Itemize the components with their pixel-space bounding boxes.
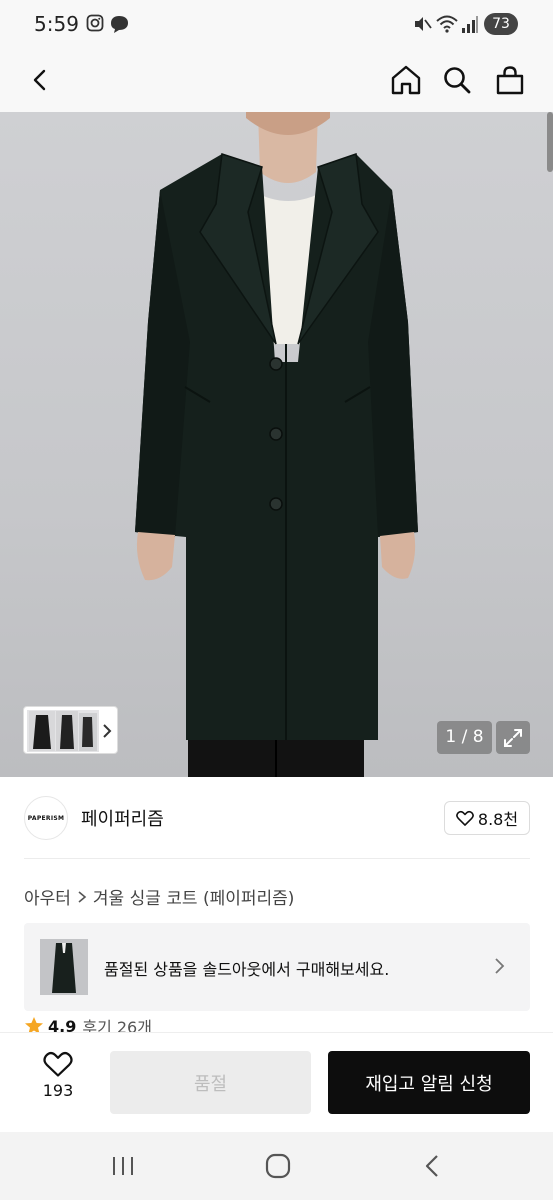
product-image[interactable]	[0, 112, 553, 777]
divider	[24, 858, 530, 859]
signal-icon	[461, 14, 479, 38]
expand-icon	[504, 728, 522, 747]
product-title: 겨울 싱글 코트 (페이퍼리즘)	[92, 889, 295, 909]
back-button[interactable]	[18, 58, 62, 102]
scrollbar[interactable]	[547, 112, 553, 172]
chevron-right-icon	[103, 724, 112, 738]
brand-like-button[interactable]: 8.8천	[444, 801, 530, 835]
banner-text: 품절된 상품을 솔드아웃에서 구매해보세요.	[104, 960, 390, 979]
status-bar: 5:59 73	[0, 0, 553, 48]
banner-product-thumbnail	[40, 939, 88, 995]
thumbnail-previews	[27, 710, 112, 752]
brand-logo[interactable]: PAPERISM	[24, 796, 68, 840]
chevron-right-icon	[78, 890, 87, 903]
image-thumbnail-strip[interactable]	[23, 706, 118, 754]
wishlist-count: 193	[42, 1081, 74, 1100]
system-back-button[interactable]	[412, 1150, 452, 1182]
expand-image-button[interactable]	[496, 721, 530, 754]
search-button[interactable]	[435, 58, 479, 102]
back-icon	[33, 69, 46, 91]
search-icon	[444, 67, 471, 94]
brand-name[interactable]: 페이퍼리즘	[81, 805, 164, 831]
recent-apps-icon	[113, 1157, 133, 1175]
shopping-bag-icon	[496, 66, 524, 95]
wifi-icon	[436, 14, 458, 38]
breadcrumb-category[interactable]: 아우터	[24, 884, 71, 909]
back-triangle-icon	[425, 1155, 438, 1177]
chevron-right-icon	[495, 958, 505, 974]
mute-icon	[412, 14, 432, 38]
image-counter: 1 / 8	[437, 721, 492, 754]
status-time: 5:59	[34, 12, 79, 36]
home-button[interactable]	[384, 58, 428, 102]
messenger-icon	[108, 14, 130, 38]
soldout-market-banner[interactable]: 품절된 상품을 솔드아웃에서 구매해보세요.	[24, 923, 530, 1011]
top-nav-bar	[0, 48, 553, 112]
coat-model-photo	[135, 112, 418, 777]
restock-alert-button[interactable]: 재입고 알림 신청	[328, 1051, 530, 1114]
home-icon	[391, 65, 421, 95]
breadcrumb: 아우터 겨울 싱글 코트 (페이퍼리즘)	[24, 884, 294, 909]
system-home-button[interactable]	[258, 1150, 298, 1182]
brand-like-count: 8.8천	[477, 810, 519, 829]
bottom-action-bar: 193 품절 재입고 알림 신청	[0, 1032, 553, 1132]
home-circle-icon	[265, 1153, 291, 1179]
wishlist-button[interactable]: 193	[34, 1051, 82, 1115]
heart-icon	[455, 810, 474, 826]
cart-button[interactable]	[488, 58, 532, 102]
soldout-button: 품절	[110, 1051, 311, 1114]
heart-icon	[43, 1052, 73, 1077]
battery-indicator: 73	[484, 13, 518, 35]
system-navigation-bar	[0, 1132, 553, 1200]
recent-apps-button[interactable]	[103, 1150, 143, 1182]
instagram-icon	[86, 14, 104, 36]
